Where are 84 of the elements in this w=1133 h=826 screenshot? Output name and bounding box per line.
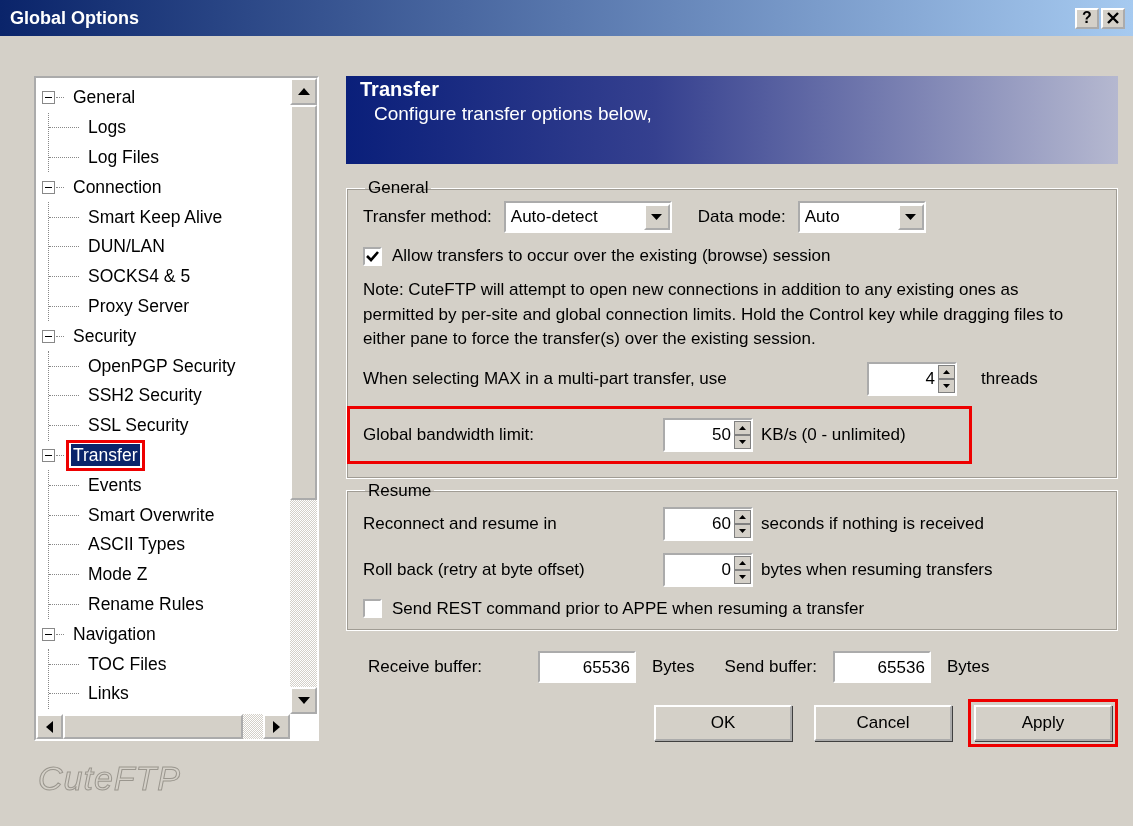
tree-item[interactable]: Proxy Server: [86, 294, 192, 317]
note-text: Note: CuteFTP will attempt to open new connections in addition to any existing ones as permitted by per-site and global connection limits. Hold the Control key while dragging files to either pane to force the transfer(s) over the existing session.: [363, 279, 1065, 350]
tree-item[interactable]: SSH2 Security: [86, 384, 204, 407]
dropdown[interactable]: Auto-detect: [503, 201, 672, 233]
unit-label: bytes when resuming transfers: [761, 559, 993, 580]
logo: CuteFTP: [38, 759, 182, 798]
number-field[interactable]: 65536: [538, 650, 637, 683]
field-label: Receive buffer:: [368, 656, 483, 677]
help-button[interactable]: ?: [1075, 7, 1099, 29]
spin-buttons-icon[interactable]: [938, 364, 955, 393]
tree-item[interactable]: DUN/LAN: [86, 235, 167, 258]
checkbox[interactable]: [363, 246, 382, 266]
number-field[interactable]: 50: [663, 417, 753, 452]
checkbox-label[interactable]: Allow transfers to occur over the existing (browse) session: [392, 246, 831, 266]
spin-buttons-icon[interactable]: [734, 509, 751, 538]
tree-item[interactable]: SOCKS4 & 5: [86, 265, 193, 288]
field-label: Data mode:: [697, 207, 786, 227]
dropdown[interactable]: Auto: [797, 201, 926, 233]
unit-label: threads: [981, 368, 1038, 389]
checkbox-label[interactable]: Send REST command prior to APPE when resuming a transfer: [392, 598, 865, 619]
unit-label: seconds if nothing is received: [761, 513, 985, 534]
right-arrow-icon: [273, 720, 280, 733]
up-arrow-icon: [297, 88, 310, 95]
field-label: When selecting MAX in a multi-part transfer, use: [363, 368, 728, 389]
tree-item[interactable]: Mode Z: [86, 563, 150, 586]
field-label: Reconnect and resume in: [363, 513, 558, 534]
vertical-scrollbar[interactable]: [290, 78, 317, 714]
checkbox[interactable]: [363, 599, 382, 618]
left-arrow-icon: [46, 720, 53, 733]
dialog-button[interactable]: OK: [654, 704, 792, 741]
spin-buttons-icon[interactable]: [734, 420, 751, 449]
number-field[interactable]: 0: [663, 552, 753, 587]
number-field[interactable]: 4: [867, 361, 957, 396]
tree-item[interactable]: General: [71, 86, 138, 109]
field-label: Transfer method:: [363, 207, 492, 227]
tree-item[interactable]: Smart Keep Alive: [86, 205, 225, 228]
close-button[interactable]: [1101, 7, 1125, 29]
page-subtitle: Configure transfer options below,: [374, 103, 652, 125]
tree-item[interactable]: Connection: [71, 175, 164, 198]
field-label: Roll back (retry at byte offset): [363, 559, 586, 580]
tree-item[interactable]: OpenPGP Security: [86, 354, 238, 377]
dropdown-arrow-icon: [651, 214, 663, 220]
unit-label: KB/s (0 - unlimited): [761, 424, 906, 445]
tree-item[interactable]: Transfer: [71, 443, 140, 466]
field-label: Send buffer:: [724, 656, 817, 677]
collapse-icon[interactable]: [42, 180, 55, 194]
tree-item[interactable]: Smart Overwrite: [86, 503, 217, 526]
collapse-icon[interactable]: [42, 329, 55, 343]
unit-label: Bytes: [652, 656, 695, 677]
field-label: Global bandwidth limit:: [363, 424, 536, 445]
scroll-left-button[interactable]: [36, 714, 63, 739]
down-arrow-icon: [297, 697, 310, 704]
number-field[interactable]: 65536: [832, 650, 931, 683]
window-title: Global Options: [10, 7, 139, 29]
horizontal-scrollbar[interactable]: [36, 714, 290, 739]
group-label: Resume: [367, 480, 433, 501]
tree-item[interactable]: TOC Files: [86, 652, 169, 675]
dialog-button[interactable]: Apply: [974, 704, 1112, 741]
scroll-up-button[interactable]: [290, 78, 317, 105]
tree-item[interactable]: Navigation: [71, 622, 158, 645]
close-icon: [1107, 12, 1119, 24]
page-title: Transfer: [360, 78, 439, 101]
scroll-thumb[interactable]: [290, 105, 317, 500]
collapse-icon[interactable]: [42, 91, 55, 105]
collapse-icon[interactable]: [42, 448, 55, 462]
group-label: General: [367, 178, 430, 198]
spin-buttons-icon[interactable]: [734, 555, 751, 584]
tree-item[interactable]: SSL Security: [86, 414, 191, 437]
collapse-icon[interactable]: [42, 627, 55, 641]
unit-label: Bytes: [946, 656, 990, 677]
scroll-right-button[interactable]: [263, 714, 290, 739]
dropdown-arrow-icon: [905, 214, 917, 220]
tree-item[interactable]: Log Files: [86, 146, 161, 168]
check-icon: [366, 250, 379, 262]
tree-item[interactable]: Logs: [86, 116, 128, 139]
tree-item[interactable]: ASCII Types: [86, 533, 187, 556]
tree-item[interactable]: Security: [71, 324, 139, 347]
tree-item[interactable]: Links: [86, 682, 131, 705]
tree-item[interactable]: Rename Rules: [86, 592, 206, 615]
scroll-down-button[interactable]: [290, 687, 317, 714]
scroll-thumb[interactable]: [63, 714, 243, 739]
tree-item[interactable]: Events: [86, 473, 144, 496]
dialog-button[interactable]: Cancel: [814, 704, 952, 741]
number-field[interactable]: 60: [663, 506, 753, 541]
